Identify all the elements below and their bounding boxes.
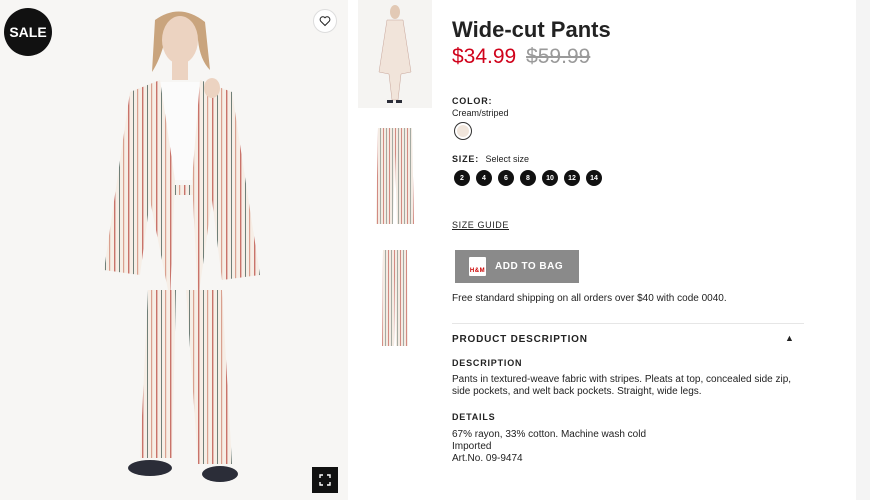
add-to-bag-button[interactable]: H&M ADD TO BAG <box>455 250 579 283</box>
original-price: $59.99 <box>526 45 591 68</box>
sale-badge: SALE <box>4 8 52 56</box>
right-margin <box>856 0 870 500</box>
thumbnail-list <box>358 0 432 366</box>
product-description-toggle[interactable]: PRODUCT DESCRIPTION <box>452 334 588 345</box>
color-label: COLOR: <box>452 96 493 106</box>
shopping-bag-icon: H&M <box>469 257 486 276</box>
size-option[interactable]: 12 <box>564 170 580 186</box>
main-product-image[interactable]: SALE <box>0 0 348 500</box>
product-title: Wide-cut Pants <box>452 17 611 42</box>
expand-icon[interactable] <box>312 467 338 493</box>
thumbnail-pants-front[interactable] <box>358 122 432 230</box>
sale-price: $34.99 <box>452 45 517 68</box>
details-line: Art.No. 09-9474 <box>452 453 523 464</box>
shipping-note: Free standard shipping on all orders ove… <box>452 293 727 304</box>
size-options: 2 4 6 8 10 12 14 <box>454 170 602 186</box>
size-option[interactable]: 10 <box>542 170 558 186</box>
size-option[interactable]: 8 <box>520 170 536 186</box>
chevron-up-icon[interactable]: ▲ <box>785 333 794 343</box>
thumbnail-outfit[interactable] <box>358 0 432 108</box>
description-heading: DESCRIPTION <box>452 358 523 368</box>
details-list: 67% rayon, 33% cotton. Machine wash cold… <box>452 429 646 465</box>
size-option[interactable]: 4 <box>476 170 492 186</box>
model-illustration <box>0 0 348 500</box>
divider <box>452 323 804 324</box>
description-text: Pants in textured-weave fabric with stri… <box>452 374 792 397</box>
size-prompt: Select size <box>485 154 530 164</box>
size-option[interactable]: 14 <box>586 170 602 186</box>
details-line: 67% rayon, 33% cotton. Machine wash cold <box>452 429 646 440</box>
size-guide-link[interactable]: SIZE GUIDE <box>452 220 509 230</box>
size-label-row: SIZE: Select size <box>452 154 529 164</box>
size-option[interactable]: 2 <box>454 170 470 186</box>
details-line: Imported <box>452 441 492 452</box>
size-label: SIZE: <box>452 154 480 164</box>
heart-icon[interactable] <box>313 9 337 33</box>
color-value: Cream/striped <box>452 108 509 118</box>
size-option[interactable]: 6 <box>498 170 514 186</box>
color-swatch-cream-striped[interactable] <box>454 122 472 140</box>
add-to-bag-label: ADD TO BAG <box>495 261 564 272</box>
price: $34.99 $59.99 <box>452 45 590 69</box>
details-heading: DETAILS <box>452 412 496 422</box>
product-page: SALE Wide-cut Pants $34.99 $59.99 COLOR:… <box>0 0 870 500</box>
thumbnail-pants-back[interactable] <box>358 244 432 352</box>
